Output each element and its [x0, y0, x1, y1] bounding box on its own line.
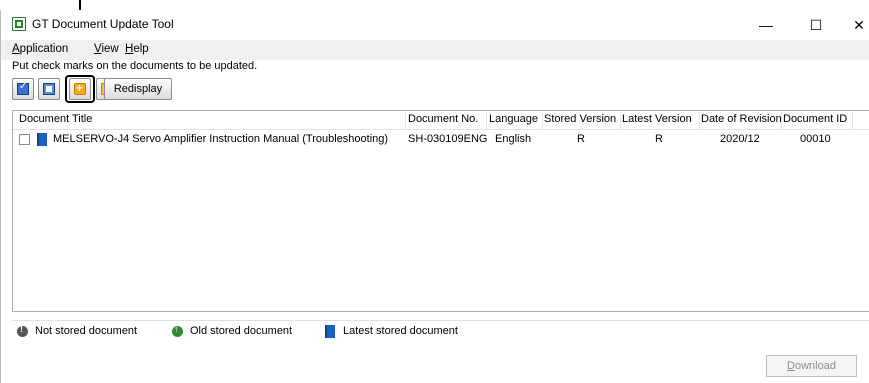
app-icon — [12, 17, 26, 31]
redisplay-button[interactable]: Redisplay — [104, 78, 172, 100]
table-row[interactable]: MELSERVO-J4 Servo Amplifier Instruction … — [13, 131, 869, 149]
menu-view-label: iew — [101, 43, 119, 55]
legend-old-stored: Old stored document — [190, 325, 293, 337]
uncheck-all-icon — [43, 83, 55, 95]
col-separator[interactable] — [781, 111, 782, 129]
check-all-button[interactable] — [12, 78, 34, 100]
latest-stored-book-icon — [37, 133, 47, 146]
instruction-text: Put check marks on the documents to be u… — [12, 60, 258, 72]
list-header: Document Title Document No. Language Sto… — [13, 111, 869, 130]
check-all-icon — [17, 81, 29, 95]
menu-help[interactable]: Help — [125, 43, 149, 55]
legend: Not stored document Old stored document … — [12, 320, 869, 343]
cell-language: English — [495, 133, 532, 145]
download-accel: D — [787, 360, 795, 372]
menu-application-accel: A — [12, 43, 20, 55]
col-separator[interactable] — [405, 111, 406, 129]
download-label: ownload — [794, 360, 836, 372]
cell-stored-version: R — [577, 133, 585, 145]
menu-help-label: elp — [133, 43, 149, 55]
download-button[interactable]: Download — [766, 355, 857, 377]
col-latest-version[interactable]: Latest Version — [622, 113, 692, 125]
col-stored-version[interactable]: Stored Version — [544, 113, 616, 125]
cell-latest-version: R — [655, 133, 663, 145]
col-document-id[interactable]: Document ID — [783, 113, 847, 125]
latest-stored-icon — [325, 325, 335, 338]
cell-date-of-revision: 2020/12 — [720, 133, 760, 145]
col-date-of-revision[interactable]: Date of Revision — [701, 113, 782, 125]
window-title: GT Document Update Tool — [32, 17, 174, 31]
highlight-box — [65, 75, 95, 103]
cell-doc-no: SH-030109ENG — [408, 133, 488, 145]
menu-view[interactable]: View — [94, 43, 119, 55]
not-stored-icon — [17, 324, 28, 337]
col-separator[interactable] — [699, 111, 700, 129]
col-separator[interactable] — [620, 111, 621, 129]
menu-application-label: pplication — [19, 43, 69, 55]
cell-title: MELSERVO-J4 Servo Amplifier Instruction … — [53, 133, 389, 145]
row-checkbox[interactable] — [19, 134, 30, 145]
col-document-title[interactable]: Document Title — [19, 113, 92, 125]
menu-application[interactable]: Application — [12, 43, 68, 55]
col-separator[interactable] — [486, 111, 487, 129]
menu-bar: Application View Help — [1, 40, 869, 60]
col-language[interactable]: Language — [489, 113, 538, 125]
minimize-button[interactable]: — — [746, 14, 786, 36]
col-separator[interactable] — [852, 111, 853, 129]
col-separator[interactable] — [542, 111, 543, 129]
close-button[interactable]: ✕ — [839, 14, 869, 36]
uncheck-all-button[interactable] — [38, 78, 60, 100]
maximize-button[interactable]: ☐ — [796, 14, 836, 36]
title-bar: GT Document Update Tool — ☐ ✕ — [1, 10, 869, 40]
document-list: Document Title Document No. Language Sto… — [12, 110, 869, 312]
cell-document-id: 00010 — [800, 133, 831, 145]
legend-latest-stored: Latest stored document — [343, 325, 458, 337]
old-stored-icon — [172, 324, 183, 337]
legend-not-stored: Not stored document — [35, 325, 138, 337]
col-document-no[interactable]: Document No. — [408, 113, 478, 125]
